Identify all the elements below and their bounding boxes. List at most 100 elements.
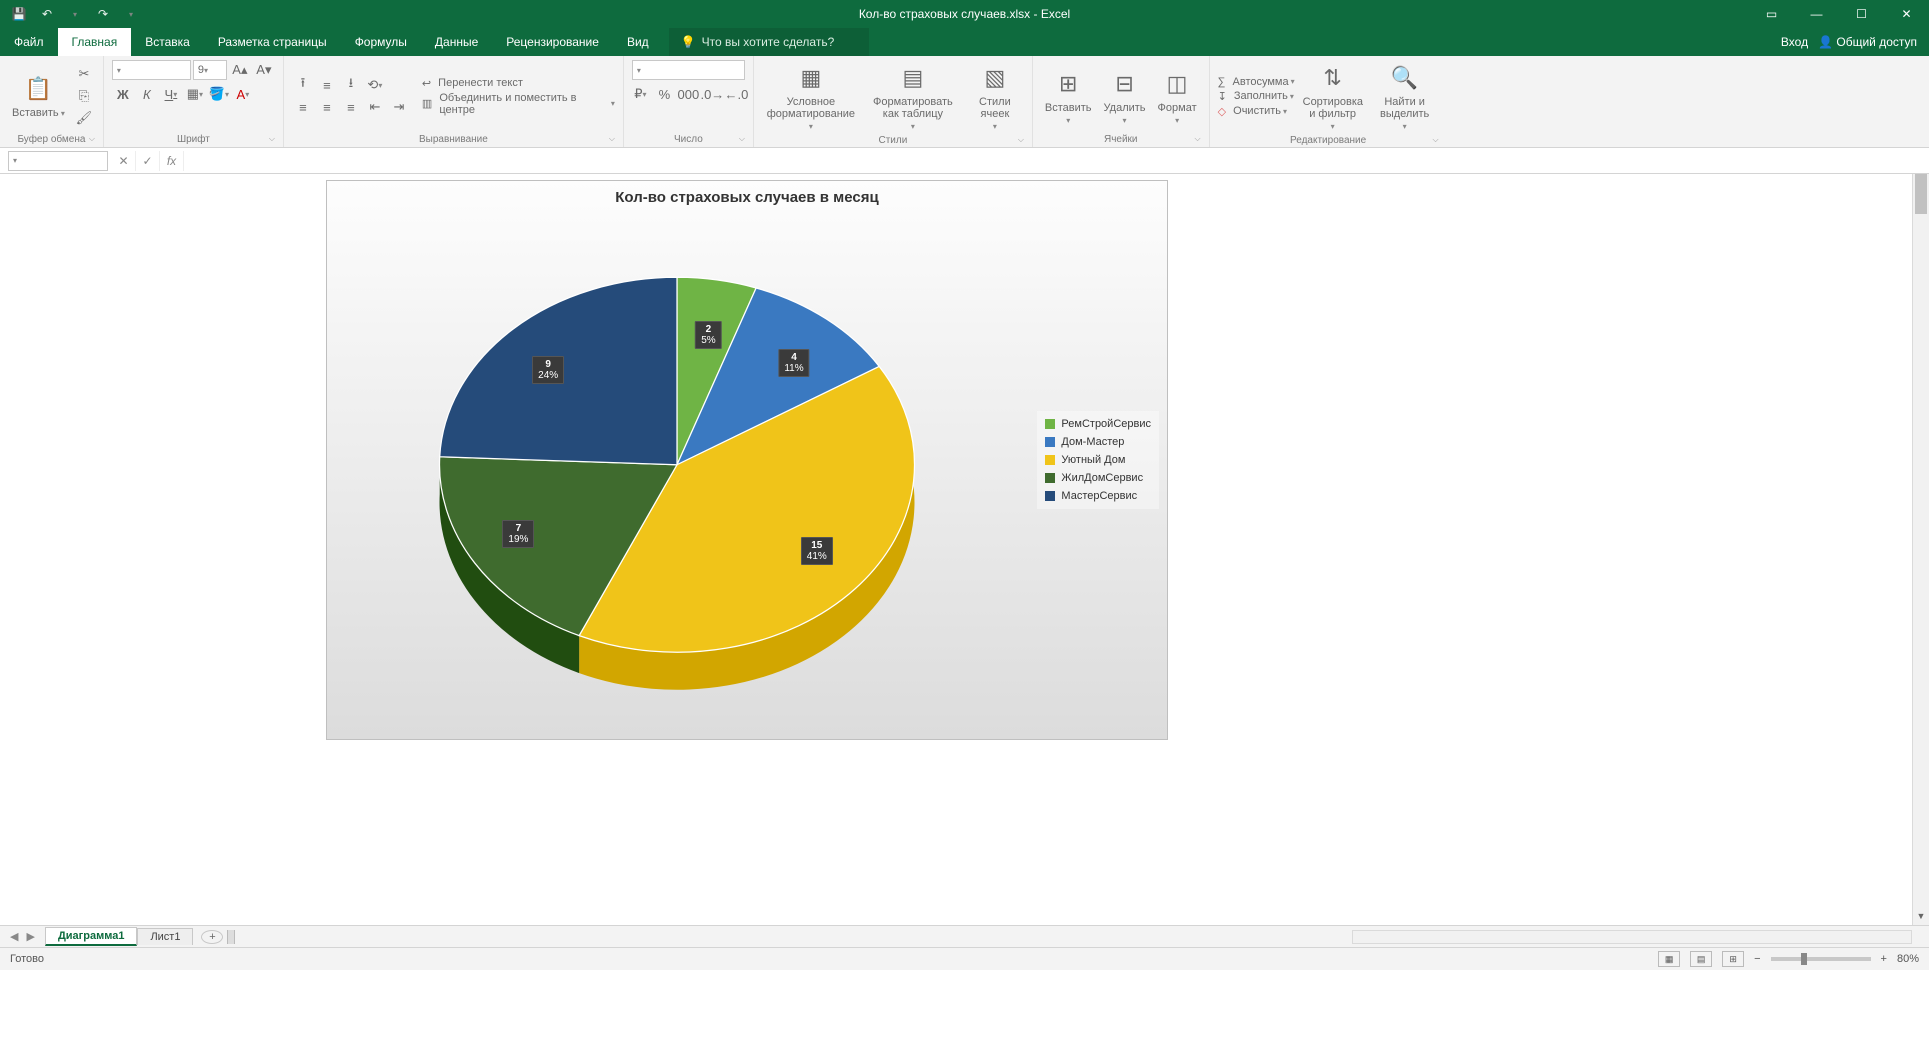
tab-data[interactable]: Данные xyxy=(421,28,492,56)
align-middle-icon[interactable]: ≡ xyxy=(316,75,338,95)
page-break-view-icon[interactable]: ⊞ xyxy=(1722,951,1744,967)
decrease-font-icon[interactable]: A▾ xyxy=(253,60,275,80)
slice-data-label: 411% xyxy=(778,349,809,377)
insert-cells-button[interactable]: ⊞ Вставить xyxy=(1041,66,1096,127)
maximize-icon[interactable]: ☐ xyxy=(1839,0,1884,28)
increase-decimal-icon[interactable]: .0→ xyxy=(701,84,723,104)
slice-data-label: 1541% xyxy=(801,537,833,565)
autosum-label: Автосумма xyxy=(1233,76,1289,88)
wrap-text-button[interactable]: ↩ Перенести текст xyxy=(422,77,615,90)
page-layout-view-icon[interactable]: ▤ xyxy=(1690,951,1712,967)
comma-format-icon[interactable]: 000 xyxy=(677,84,699,104)
horizontal-scrollbar[interactable] xyxy=(1352,930,1912,944)
accounting-format-icon[interactable]: ₽ xyxy=(629,84,651,104)
italic-button[interactable]: К xyxy=(136,84,158,104)
sort-filter-button[interactable]: ⇅ Сортировка и фильтр xyxy=(1299,60,1367,133)
qat-customize-icon[interactable] xyxy=(120,3,142,25)
align-left-icon[interactable]: ≡ xyxy=(292,97,314,117)
decrease-decimal-icon[interactable]: ←.0 xyxy=(725,84,747,104)
tab-view[interactable]: Вид xyxy=(613,28,663,56)
sheet-nav[interactable]: ◀▶ xyxy=(0,930,45,943)
legend-item[interactable]: ЖилДомСервис xyxy=(1041,469,1155,487)
new-sheet-button[interactable]: + xyxy=(201,930,223,944)
normal-view-icon[interactable]: ▦ xyxy=(1658,951,1680,967)
legend-item[interactable]: Уютный Дом xyxy=(1041,451,1155,469)
zoom-slider[interactable] xyxy=(1771,957,1871,961)
delete-cells-button[interactable]: ⊟ Удалить xyxy=(1100,66,1150,127)
copy-icon[interactable]: ⎘ xyxy=(73,86,95,106)
scroll-thumb[interactable] xyxy=(1915,174,1927,214)
name-box[interactable] xyxy=(8,151,108,171)
legend-item[interactable]: РемСтройСервис xyxy=(1041,415,1155,433)
vertical-scrollbar[interactable]: ▲ ▼ xyxy=(1912,174,1929,925)
undo-dropdown-icon[interactable] xyxy=(64,3,86,25)
find-select-button[interactable]: 🔍 Найти и выделить xyxy=(1371,60,1439,133)
ribbon-options-icon[interactable]: ▭ xyxy=(1749,0,1794,28)
fill-color-icon[interactable]: 🪣 xyxy=(208,84,230,104)
fill-button[interactable]: ↧ Заполнить xyxy=(1218,90,1295,103)
insert-function-icon[interactable]: fx xyxy=(160,151,184,171)
merge-center-button[interactable]: ▥ Объединить и поместить в центре xyxy=(422,92,615,116)
worksheet-area[interactable]: Кол-во страховых случаев в месяц 25%411%… xyxy=(0,174,1929,926)
tab-review[interactable]: Рецензирование xyxy=(492,28,613,56)
group-styles: ▦ Условное форматирование ▤ Форматироват… xyxy=(754,56,1033,147)
scroll-down-icon[interactable]: ▼ xyxy=(1913,908,1929,925)
tab-formulas[interactable]: Формулы xyxy=(341,28,421,56)
tell-me-search[interactable]: 💡 Что вы хотите сделать? xyxy=(669,28,869,56)
formula-cancel-icon[interactable]: ✕ xyxy=(112,151,136,171)
legend-item[interactable]: Дом-Мастер xyxy=(1041,433,1155,451)
autosum-button[interactable]: ∑ Автосумма xyxy=(1218,76,1295,88)
cell-styles-button[interactable]: ▧ Стили ячеек xyxy=(966,60,1024,133)
formula-enter-icon[interactable]: ✓ xyxy=(136,151,160,171)
tab-page-layout[interactable]: Разметка страницы xyxy=(204,28,341,56)
bold-button[interactable]: Ж xyxy=(112,84,134,104)
format-as-table-button[interactable]: ▤ Форматировать как таблицу xyxy=(864,60,962,133)
number-format-combo[interactable] xyxy=(632,60,745,80)
chart-legend[interactable]: РемСтройСервисДом-МастерУютный ДомЖилДом… xyxy=(1037,411,1159,509)
decrease-indent-icon[interactable]: ⇤ xyxy=(364,97,386,117)
wrap-text-icon: ↩ xyxy=(422,77,431,90)
pie-chart[interactable]: 25%411%1541%719%924% xyxy=(397,221,957,721)
zoom-in-button[interactable]: + xyxy=(1881,953,1887,965)
tab-file[interactable]: Файл xyxy=(0,28,58,56)
zoom-out-button[interactable]: − xyxy=(1754,953,1760,965)
save-icon[interactable]: 💾 xyxy=(8,3,30,25)
format-cells-button[interactable]: ◫ Формат xyxy=(1154,66,1201,127)
border-icon[interactable]: ▦ xyxy=(184,84,206,104)
undo-icon[interactable]: ↶ xyxy=(36,3,58,25)
conditional-formatting-button[interactable]: ▦ Условное форматирование xyxy=(762,60,860,133)
orientation-icon[interactable]: ⟲ xyxy=(364,75,386,95)
chart-object[interactable]: Кол-во страховых случаев в месяц 25%411%… xyxy=(326,180,1168,740)
increase-indent-icon[interactable]: ⇥ xyxy=(388,97,410,117)
paste-button[interactable]: 📋 Вставить xyxy=(8,71,69,121)
font-color-icon[interactable]: A xyxy=(232,84,254,104)
wrap-text-label: Перенести текст xyxy=(438,77,523,89)
redo-icon[interactable]: ↷ xyxy=(92,3,114,25)
font-name-combo[interactable] xyxy=(112,60,191,80)
cut-icon[interactable]: ✂ xyxy=(73,64,95,84)
zoom-level[interactable]: 80% xyxy=(1897,953,1919,965)
share-button[interactable]: 👤 Общий доступ xyxy=(1818,35,1917,49)
minimize-icon[interactable]: — xyxy=(1794,0,1839,28)
align-top-icon[interactable]: ⭱ xyxy=(292,75,314,95)
align-bottom-icon[interactable]: ⭳ xyxy=(340,75,362,95)
tab-insert[interactable]: Вставка xyxy=(131,28,204,56)
font-size-combo[interactable]: 9 xyxy=(193,60,227,80)
sheet-tab-other[interactable]: Лист1 xyxy=(137,928,193,945)
align-center-icon[interactable]: ≡ xyxy=(316,97,338,117)
zoom-knob[interactable] xyxy=(1801,953,1807,965)
percent-format-icon[interactable]: % xyxy=(653,84,675,104)
close-icon[interactable]: ✕ xyxy=(1884,0,1929,28)
format-painter-icon[interactable]: 🖌 xyxy=(73,108,95,128)
increase-font-icon[interactable]: A▴ xyxy=(229,60,251,80)
clear-button[interactable]: ◇ Очистить xyxy=(1218,105,1295,118)
tab-splitter[interactable] xyxy=(227,930,235,944)
align-right-icon[interactable]: ≡ xyxy=(340,97,362,117)
underline-button[interactable]: Ч xyxy=(160,84,182,104)
sign-in-link[interactable]: Вход xyxy=(1781,35,1808,49)
tab-home[interactable]: Главная xyxy=(58,28,132,56)
sheet-tab-active[interactable]: Диаграмма1 xyxy=(45,927,138,946)
legend-item[interactable]: МастерСервис xyxy=(1041,487,1155,505)
chart-title[interactable]: Кол-во страховых случаев в месяц xyxy=(327,181,1167,206)
group-number-label: Число xyxy=(632,132,745,145)
